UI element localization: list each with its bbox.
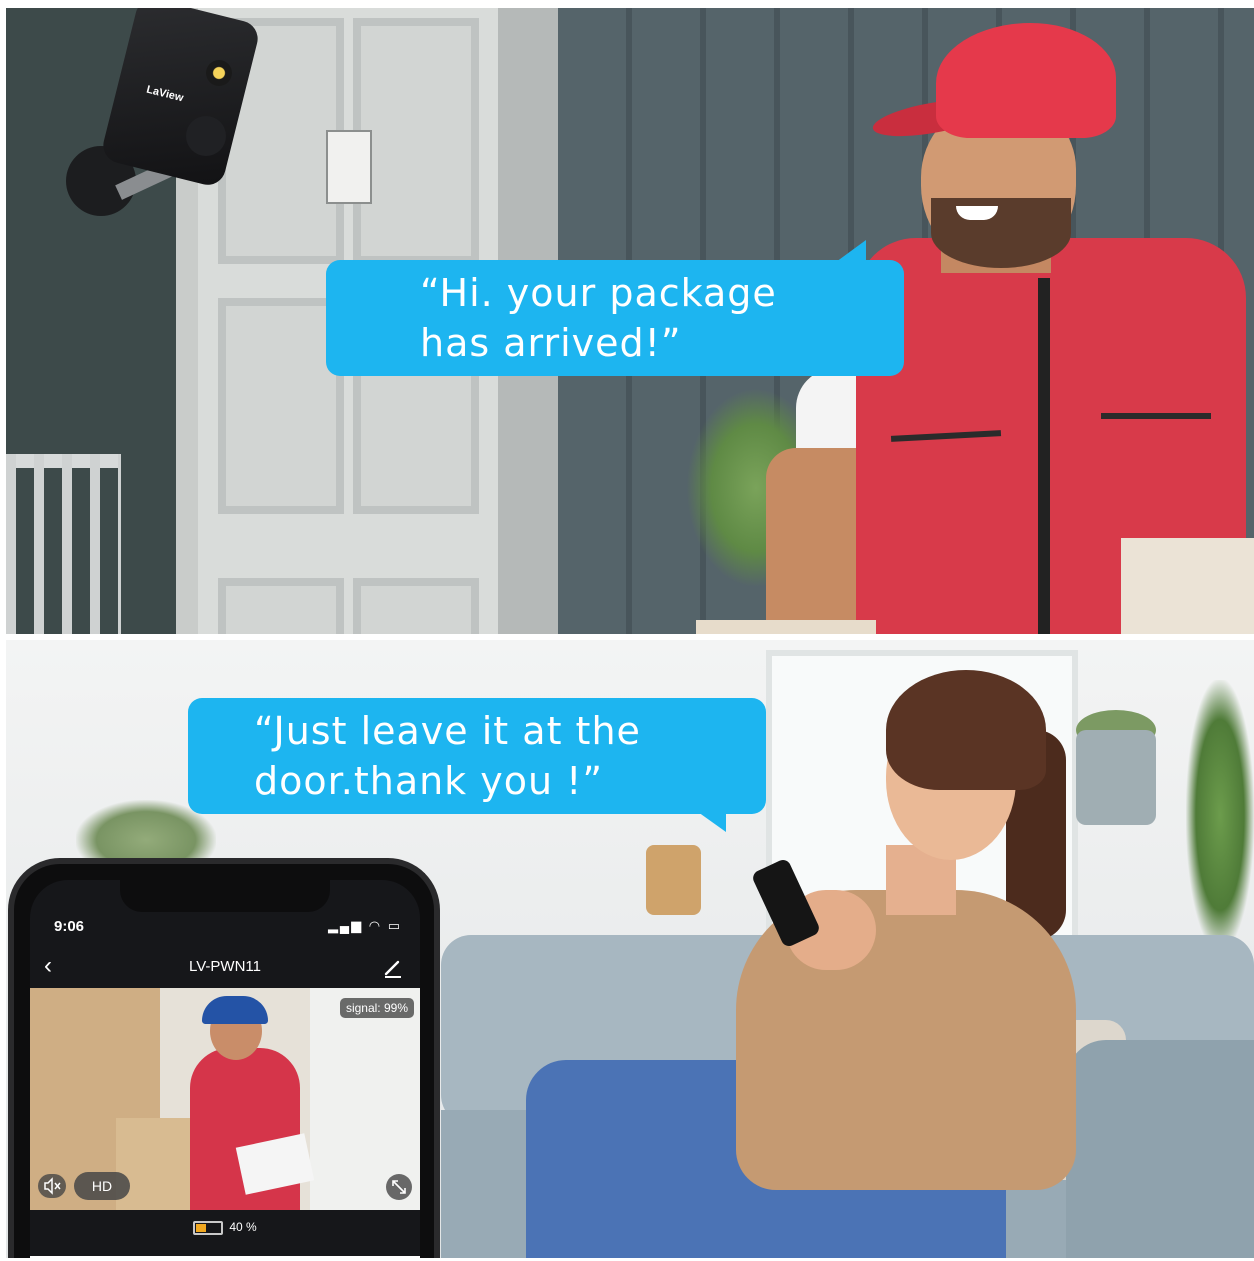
camera-pir-sensor [186,116,226,156]
bubble-tail [698,812,726,832]
signal-strength-label: signal: 99% [339,998,414,1018]
speech-line: door.thank you !” [254,759,604,803]
bubble-tail [836,240,866,262]
battery-fill [196,1223,207,1232]
speech-line: “Hi. your package [420,271,777,315]
phone-notch [120,880,330,912]
sofa-arm [1066,1040,1254,1258]
feed-man-cap [202,996,268,1024]
door-panel [218,578,344,634]
phone-screen: 9:06 ▂▄▆ ◠ ▭ ‹ LV-PWN11 signal: 99% HD 4… [30,880,420,1258]
speech-line: has arrived!” [420,321,682,365]
mute-speaker-button[interactable] [38,1174,66,1198]
edit-pencil-icon[interactable] [382,956,404,978]
camera-lens-icon [206,60,232,86]
feed-box [116,1118,196,1210]
reply-speech-bubble: “Just leave it at the door.thank you !” [188,698,766,832]
fullscreen-button[interactable] [386,1174,412,1200]
door-panel [353,578,479,634]
house-plant [1186,680,1254,950]
speech-line: “Just leave it at the [254,709,641,753]
hd-quality-button[interactable]: HD [74,1172,130,1200]
status-time: 9:06 [54,918,85,935]
shelf-plant-pot [1076,730,1156,825]
live-video-feed[interactable]: signal: 99% HD [30,988,420,1210]
red-cap [936,23,1116,138]
package-box [1121,538,1254,634]
delivery-speech-bubble: “Hi. your package has arrived!” [326,240,904,376]
door-hinge [326,130,372,204]
expand-icon [392,1180,406,1194]
vest-pocket [1101,413,1211,419]
battery-status: 40 % [30,1220,420,1235]
battery-icon [193,1220,224,1235]
woman-hair [886,670,1046,790]
vest-zipper [1038,278,1050,634]
status-icons: ▂▄▆ ◠ ▭ [327,918,402,933]
phone-mockup: 9:06 ▂▄▆ ◠ ▭ ‹ LV-PWN11 signal: 99% HD 4… [8,858,440,1258]
app-bottom-bar [30,1256,420,1258]
plant-pot [646,845,701,915]
porch-railing [6,454,121,634]
delivery-man-beard [931,198,1071,268]
package-box [696,620,876,634]
speaker-mute-icon [44,1177,61,1195]
device-title: LV-PWN11 [189,958,261,975]
battery-percent: 40 % [229,1220,257,1234]
